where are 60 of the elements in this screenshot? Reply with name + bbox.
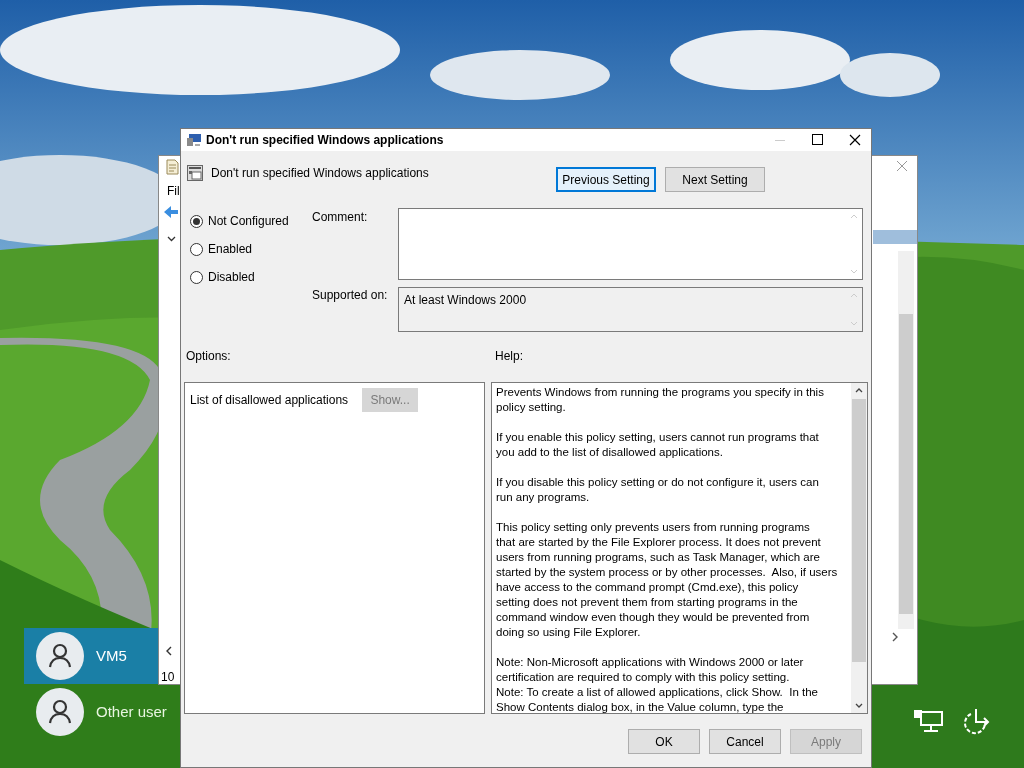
chevron-left-icon[interactable] [165,646,173,656]
scrollbar[interactable] [898,251,914,629]
help-text: certification are required to comply with this policy setting. [496,670,791,685]
maximize-icon[interactable] [812,134,823,145]
help-text: that are started by the File Explorer process. It does not prevent [496,535,822,550]
computer-icon [186,133,202,147]
help-text: policy setting. [496,400,567,415]
radio-label[interactable]: Enabled [208,240,253,258]
document-icon [165,159,179,175]
help-text: Prevents Windows from running the programs you specify in this [496,385,825,400]
radio-label[interactable]: Disabled [208,268,255,286]
help-text: setting does not prevent them from starting programs in the [496,595,799,610]
setting-name: Don't run specified Windows applications [211,165,429,182]
chevron-right-icon[interactable] [891,632,899,642]
supported-label: Supported on: [312,287,388,304]
help-text: command window even though they would be prevented from [496,610,811,625]
policy-icon [187,165,203,181]
scrollbar-thumb[interactable] [852,399,866,662]
radio-button[interactable] [190,214,203,228]
help-text: Note: To create a list of allowed applications, click Show. In the [496,685,819,700]
help-text: Show Contents dialog box, in the Value column, type the [496,700,785,713]
radio-button[interactable] [190,270,203,284]
nav-button[interactable]: Next Setting [665,167,765,192]
help-text: Note: Non-Microsoft applications with Windows 2000 or later [496,655,805,670]
window-title: Don't run specified Windows applications [206,132,444,149]
menu-item[interactable]: Fil [167,182,180,200]
help-label: Help: [495,348,523,365]
help-text: doing so using File Explorer. [496,625,642,640]
user-name[interactable]: Other user [96,700,167,724]
user-name[interactable]: VM5 [96,644,127,668]
scrollbar-thumb[interactable] [899,314,913,614]
scroll-up-icon[interactable] [855,388,863,393]
comment-label: Comment: [312,209,368,226]
help-text: users from running programs, such as Task Manager, which are [496,550,821,565]
help-text: you add to the list of disallowed applications. [496,445,724,460]
help-text: If you enable this policy setting, users cannot run programs that [496,430,820,445]
help-text: have access to the command prompt (Cmd.exe), this policy [496,580,800,595]
options-label: Options: [186,348,231,365]
dialog-button[interactable]: OK [628,729,700,754]
radio-label[interactable]: Not Configured [208,212,289,230]
back-arrow-icon [163,205,179,219]
help-text: run any programs. [496,490,591,505]
status-text: 10 [161,670,175,684]
supported-value: At least Windows 2000 [404,292,527,309]
close-icon[interactable] [849,134,861,146]
user-avatar-icon [36,688,84,736]
radio-button[interactable] [190,242,203,256]
scrollbar[interactable] [851,383,867,713]
scroll-down-icon[interactable] [855,703,863,708]
user-tile[interactable]: VM5 [24,628,158,684]
help-text: started by the system process or by other processes. Also, if users [496,565,839,580]
user-avatar-icon [36,632,84,680]
dialog-button[interactable]: Cancel [709,729,781,754]
header-bar [873,230,917,244]
network-icon[interactable] [912,709,944,735]
help-text: If you disable this policy setting or do not configure it, users can [496,475,820,490]
nav-button[interactable]: Previous Setting [556,167,656,192]
option-label: List of disallowed applications [190,392,349,409]
help-text: This policy setting only prevents users from running programs [496,520,811,535]
chevron-down-icon [167,236,176,242]
